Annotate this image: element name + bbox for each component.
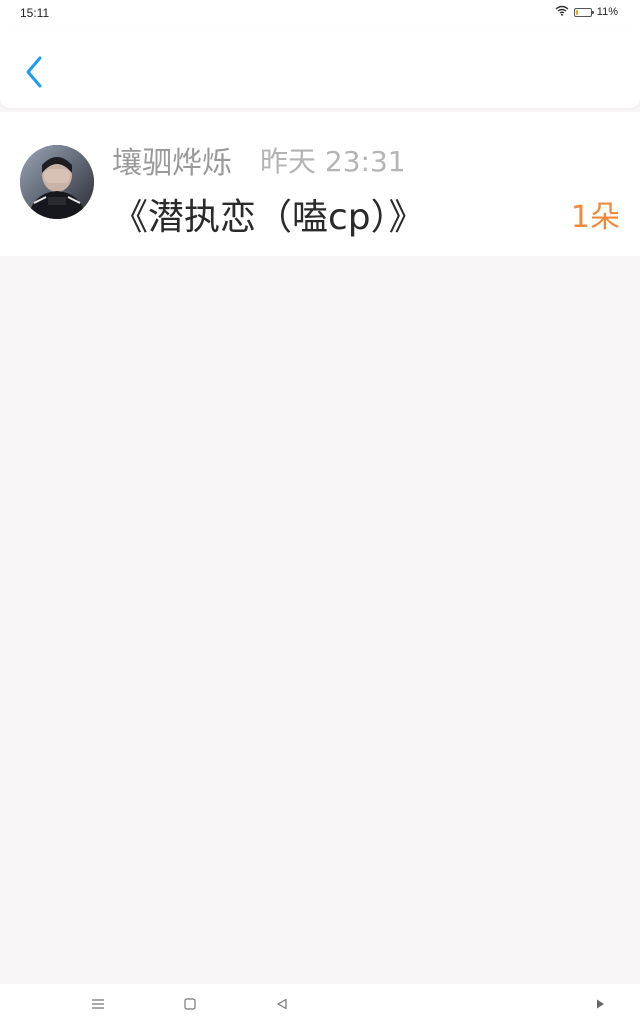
back-triangle-icon[interactable] <box>272 994 292 1014</box>
post-header: 壤驷烨烁 昨天 23:31 《潜执恋（嗑cp）》 1朵 <box>0 112 640 256</box>
battery-level <box>575 9 578 15</box>
status-bar: 15:11 11% <box>0 0 640 26</box>
author-name[interactable]: 壤驷烨烁 <box>112 138 232 182</box>
avatar[interactable] <box>20 145 94 219</box>
system-nav-bar <box>0 984 640 1024</box>
top-nav <box>0 26 640 108</box>
home-square-icon[interactable] <box>180 994 200 1014</box>
back-button[interactable] <box>18 54 50 94</box>
play-icon[interactable] <box>590 994 610 1014</box>
post-title[interactable]: 《潜执恋（嗑cp）》 <box>112 188 425 240</box>
battery-icon <box>573 7 594 17</box>
battery-percent: 11% <box>596 6 618 18</box>
wifi-icon <box>555 5 569 19</box>
screen: 15:11 11% 壤驷烨烁 昨天 23:31 《潜执恋（嗑cp）》 1朵 <box>0 0 640 1024</box>
status-time: 15:11 <box>20 6 50 20</box>
chevron-left-icon <box>24 55 44 93</box>
menu-icon[interactable] <box>88 994 108 1014</box>
flower-count[interactable]: 1朵 <box>571 192 620 236</box>
post-time: 昨天 23:31 <box>260 145 406 178</box>
status-indicators: 11% <box>555 5 618 19</box>
